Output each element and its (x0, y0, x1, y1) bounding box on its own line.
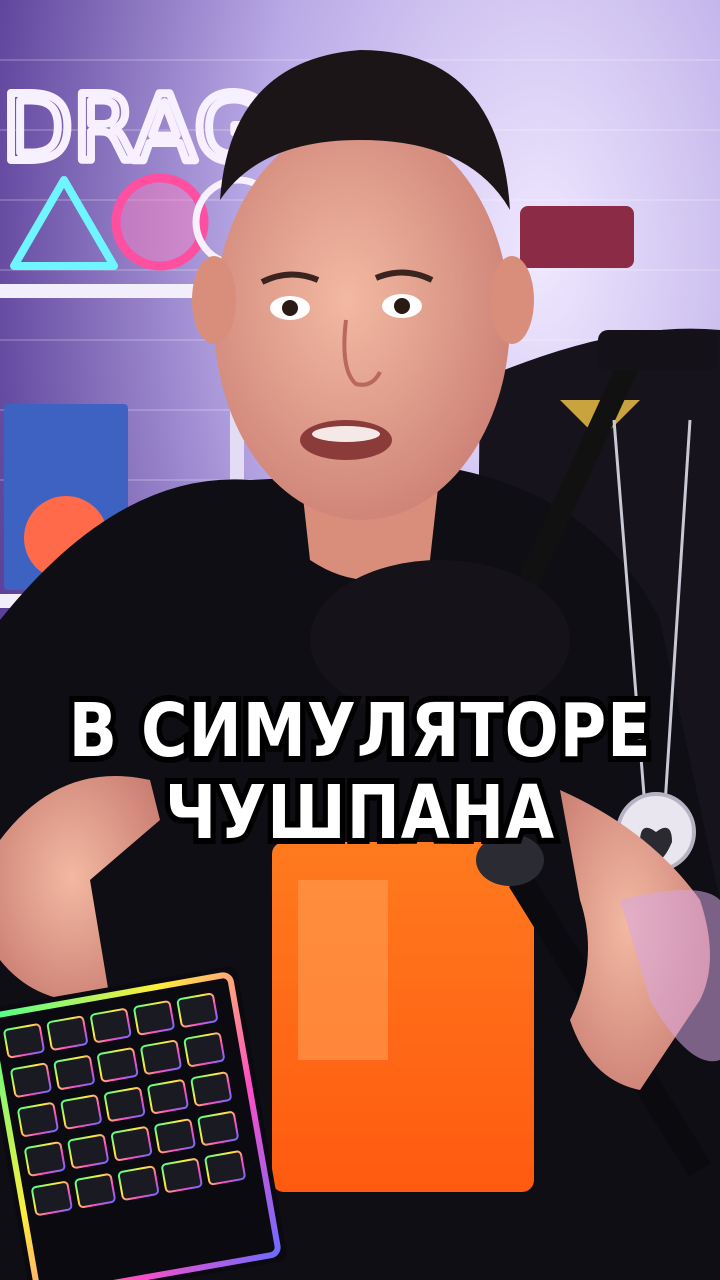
ear-right (490, 256, 534, 344)
shelf-object (520, 206, 634, 268)
pupil-left (282, 300, 298, 316)
video-frame: DRAG В СИМУЛЯТОРЕ ЧУШПАНА (0, 0, 720, 1280)
neon-circle (111, 173, 209, 271)
scene-background: DRAG (0, 0, 720, 1280)
ear-left (192, 256, 236, 344)
caption-line-1: В СИМУЛЯТОРЕ (63, 688, 655, 774)
caption-line-2: ЧУШПАНА (160, 770, 560, 856)
teeth (312, 426, 380, 442)
face (214, 120, 510, 520)
tshirt-print-detail (298, 880, 388, 1060)
pupil-right (394, 298, 410, 314)
